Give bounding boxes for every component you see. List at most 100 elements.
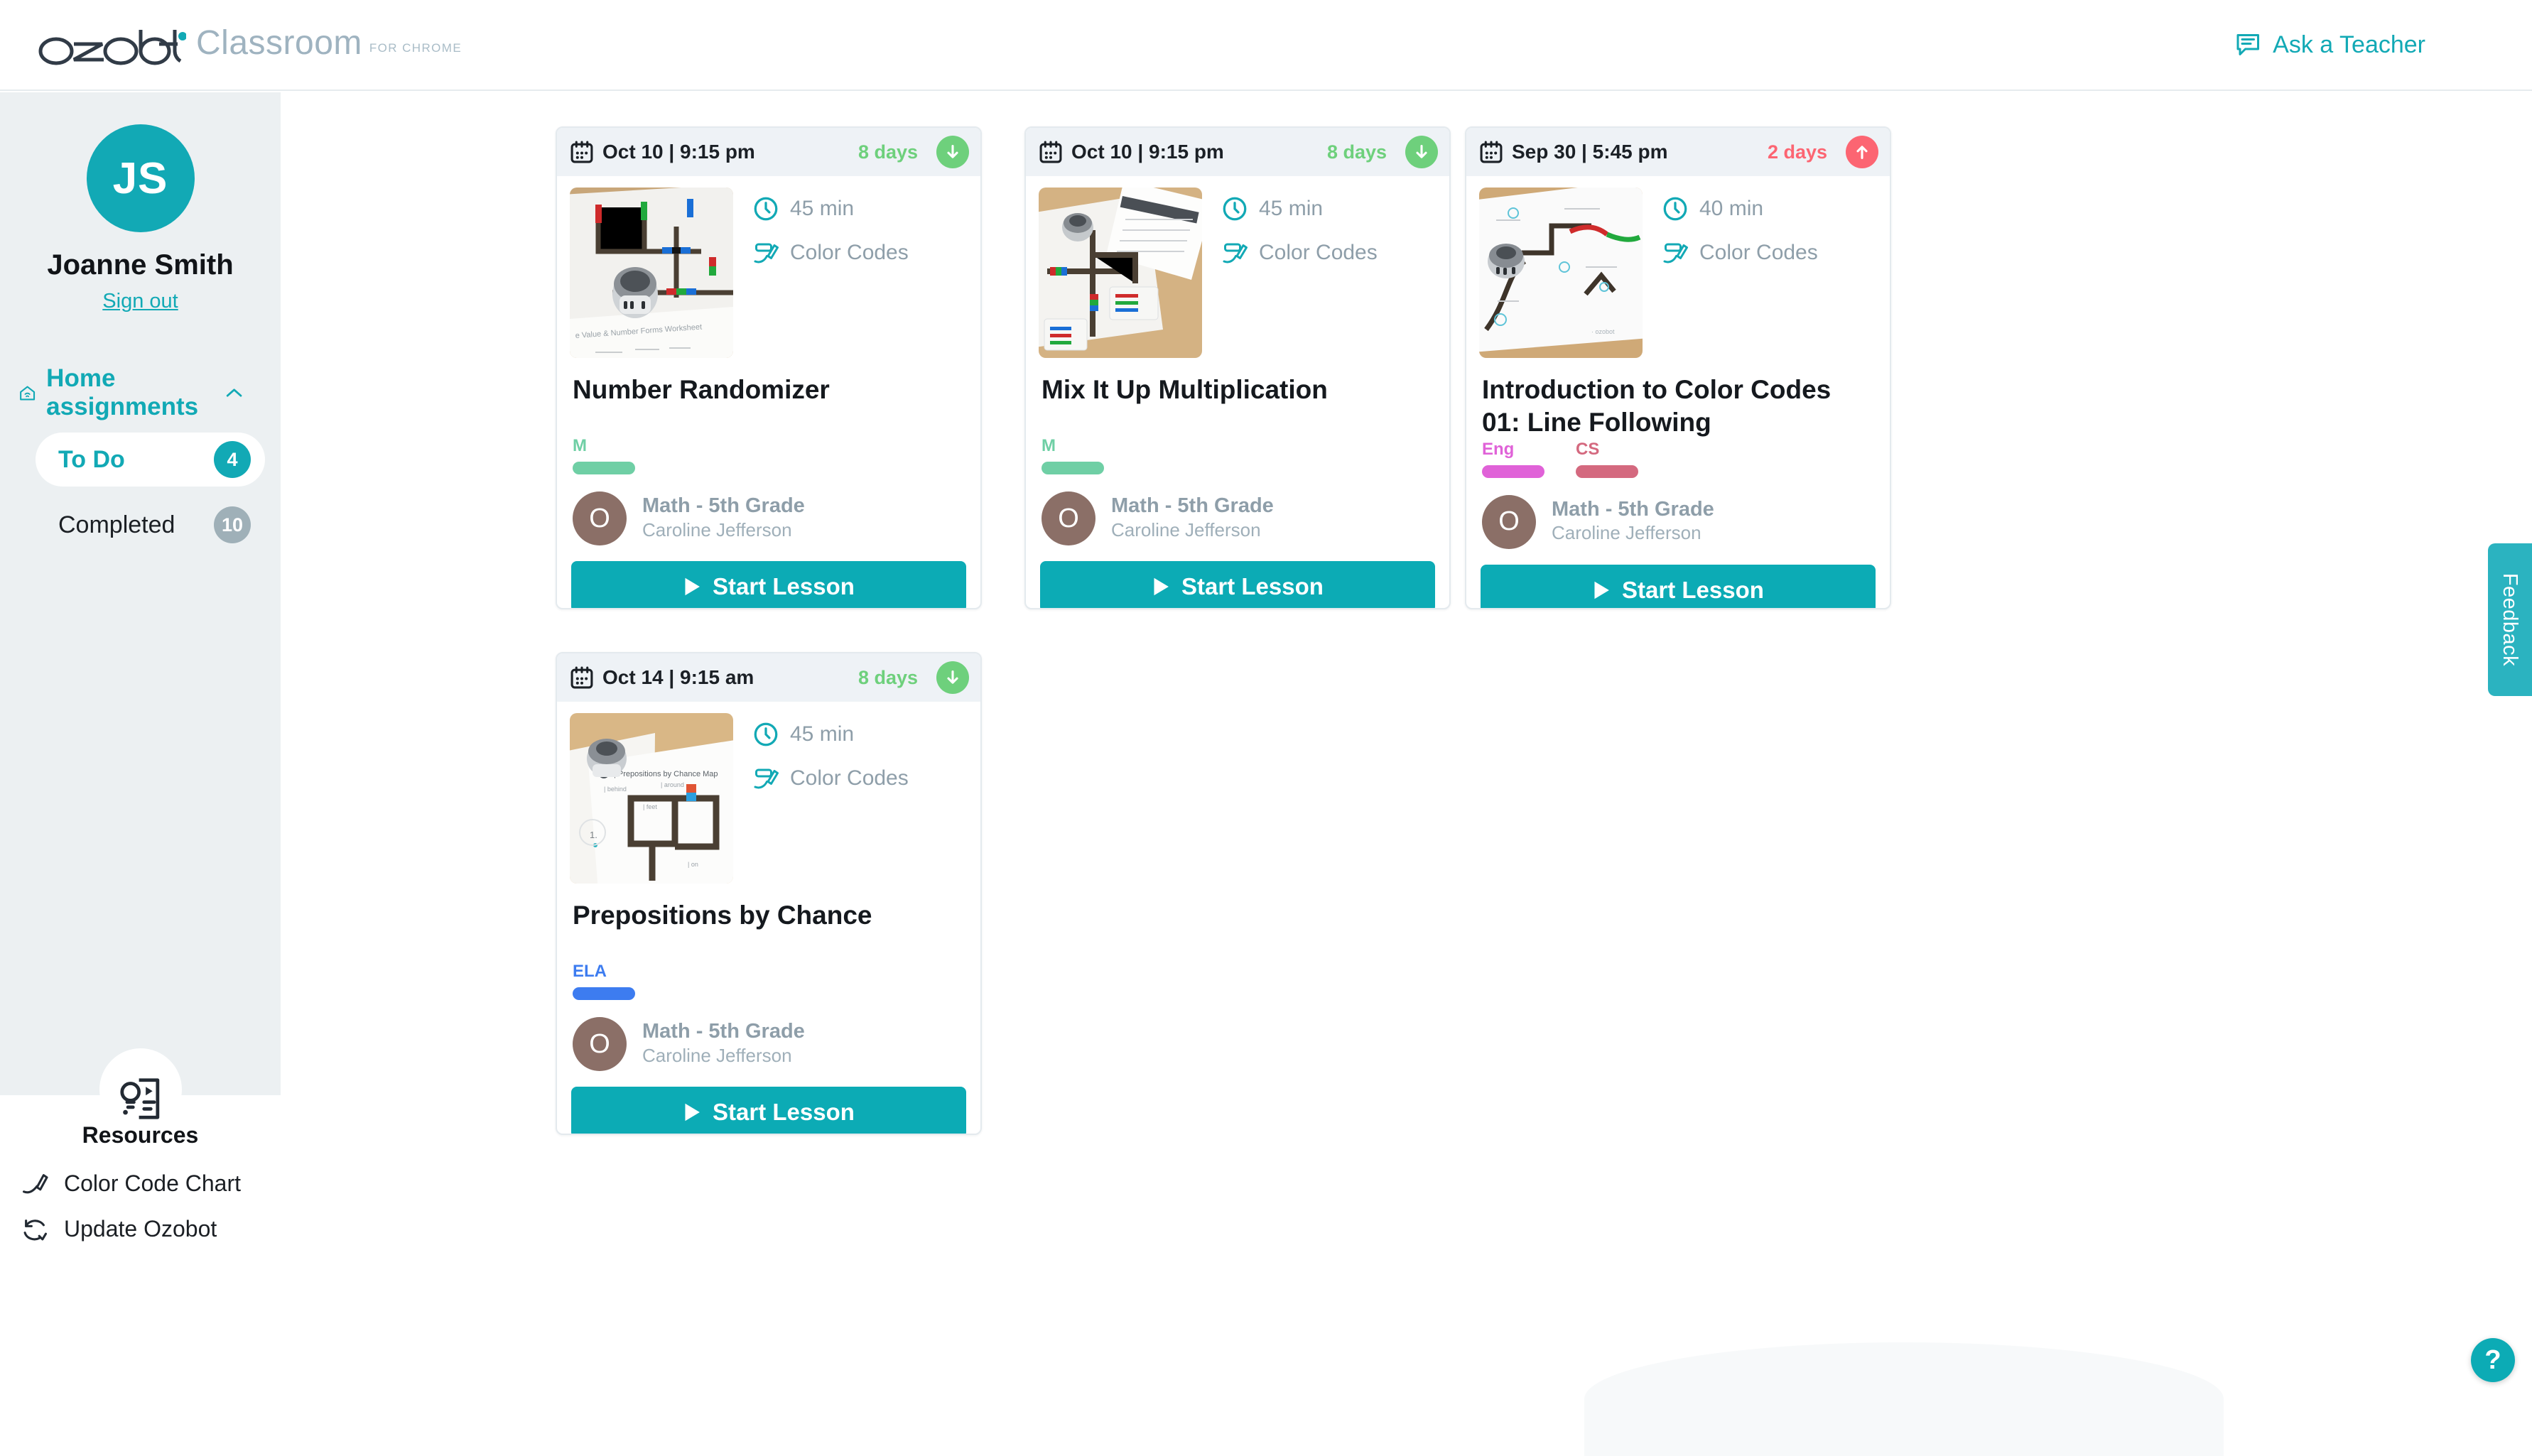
clock-icon bbox=[754, 197, 778, 221]
card-days-remaining: 8 days bbox=[1326, 141, 1387, 163]
subject-tags: ELA bbox=[557, 962, 980, 1000]
mode-row: Color Codes bbox=[753, 766, 909, 791]
sidebar-section-home-assignments[interactable]: Home assignments bbox=[18, 364, 260, 421]
chevron-up-icon[interactable] bbox=[225, 386, 243, 400]
teacher-name: Caroline Jefferson bbox=[1552, 522, 1701, 544]
teacher-row: O Math - 5th Grade Caroline Jefferson bbox=[557, 1017, 980, 1071]
calendar-icon bbox=[1039, 141, 1062, 163]
lesson-mode: Color Codes bbox=[790, 766, 909, 790]
duration-row: 40 min bbox=[1662, 196, 1818, 222]
to-do-count-badge: 4 bbox=[214, 441, 251, 478]
resource-link-update-ozobot[interactable]: Update Ozobot bbox=[21, 1216, 217, 1242]
arrow-down-icon bbox=[1405, 136, 1438, 168]
svg-text:| feet: | feet bbox=[643, 803, 657, 810]
lesson-title: Mix It Up Multiplication bbox=[1042, 375, 1328, 404]
resource-link-color-code-chart[interactable]: Color Code Chart bbox=[21, 1170, 241, 1197]
lesson-duration: 45 min bbox=[1259, 197, 1324, 220]
teacher-row: O Math - 5th Grade Caroline Jefferson bbox=[1026, 491, 1449, 545]
subject-tag: ELA bbox=[573, 962, 635, 1000]
teacher-name: Caroline Jefferson bbox=[642, 1044, 792, 1066]
play-icon bbox=[1154, 577, 1169, 596]
subject-tag-label: CS bbox=[1576, 439, 1600, 459]
resource-link-label: Color Code Chart bbox=[64, 1170, 241, 1196]
product-suffix: FOR CHROME bbox=[369, 40, 462, 55]
class-name: Math - 5th Grade bbox=[642, 1020, 805, 1043]
class-avatar: O bbox=[573, 1017, 627, 1071]
lesson-title: Prepositions by Chance bbox=[573, 901, 872, 930]
assignment-card[interactable]: Oct 10 | 9:15 pm 8 days bbox=[1024, 126, 1451, 609]
chat-bubble-icon bbox=[2236, 34, 2260, 55]
sign-out-link[interactable]: Sign out bbox=[0, 290, 281, 313]
subject-tag-bar bbox=[1042, 462, 1104, 474]
assignment-card[interactable]: Sep 30 | 5:45 pm 2 days · ozobot 40 min … bbox=[1465, 126, 1891, 609]
start-lesson-label: Start Lesson bbox=[713, 573, 855, 599]
teacher-name: Caroline Jefferson bbox=[642, 518, 792, 540]
marker-pen-icon bbox=[1663, 243, 1688, 264]
start-lesson-button[interactable]: Start Lesson bbox=[571, 1087, 966, 1134]
subject-tags: M bbox=[1026, 436, 1449, 474]
help-button[interactable]: ? bbox=[2471, 1338, 2515, 1382]
start-lesson-button[interactable]: Start Lesson bbox=[1481, 564, 1876, 608]
subject-tag-label: M bbox=[573, 436, 587, 455]
card-body: · ozobot 40 min Color Codes bbox=[1466, 176, 1890, 358]
teacher-row: O Math - 5th Grade Caroline Jefferson bbox=[557, 491, 980, 545]
svg-text:1.: 1. bbox=[590, 830, 597, 840]
svg-text:| around: | around bbox=[661, 781, 684, 788]
sidebar-item-completed[interactable]: Completed 10 bbox=[36, 498, 265, 552]
marker-pen-icon bbox=[1223, 243, 1248, 264]
start-lesson-button[interactable]: Start Lesson bbox=[1040, 561, 1435, 608]
assignment-card[interactable]: Oct 14 | 9:15 am 8 days | Prepositions b… bbox=[556, 652, 982, 1135]
subject-tag-label: ELA bbox=[573, 962, 607, 981]
teacher-name: Caroline Jefferson bbox=[1111, 518, 1261, 540]
mode-row: Color Codes bbox=[1222, 240, 1378, 266]
subject-tags: Eng CS bbox=[1466, 440, 1890, 478]
lesson-thumbnail: · ozobot bbox=[1479, 188, 1643, 358]
brand: Classroom FOR CHROME bbox=[0, 23, 462, 67]
lesson-mode: Color Codes bbox=[1699, 241, 1818, 264]
calendar-icon bbox=[570, 141, 593, 163]
subject-tag-bar bbox=[1482, 464, 1544, 478]
mode-row: Color Codes bbox=[753, 240, 909, 266]
card-due-date: Oct 14 | 9:15 am bbox=[602, 666, 754, 688]
svg-text:| behind: | behind bbox=[604, 786, 627, 793]
assignment-card[interactable]: Oct 10 | 9:15 pm 8 days bbox=[556, 126, 982, 609]
class-name: Math - 5th Grade bbox=[642, 494, 805, 518]
lesson-thumbnail bbox=[1039, 188, 1202, 358]
card-header: Sep 30 | 5:45 pm 2 days bbox=[1466, 128, 1890, 176]
teacher-row: O Math - 5th Grade Caroline Jefferson bbox=[1466, 494, 1890, 549]
svg-text:· ozobot: · ozobot bbox=[1591, 328, 1615, 335]
class-avatar: O bbox=[573, 491, 627, 545]
duration-row: 45 min bbox=[753, 196, 909, 222]
class-avatar: O bbox=[1042, 491, 1095, 545]
ask-a-teacher-label: Ask a Teacher bbox=[2273, 31, 2425, 58]
card-meta: 45 min Color Codes bbox=[753, 188, 909, 358]
sidebar-item-label: Completed bbox=[58, 511, 175, 538]
subject-tag: M bbox=[573, 436, 635, 474]
avatar: JS bbox=[86, 124, 195, 232]
lesson-duration: 45 min bbox=[790, 722, 855, 746]
ask-a-teacher-button[interactable]: Ask a Teacher bbox=[2236, 31, 2532, 59]
sidebar-section-label: Home assignments bbox=[46, 364, 199, 420]
arrow-down-icon bbox=[936, 136, 969, 168]
completed-count-badge: 10 bbox=[214, 506, 251, 543]
product-name: Classroom bbox=[196, 23, 362, 62]
card-due-date: Oct 10 | 9:15 pm bbox=[1071, 141, 1224, 163]
feedback-tab[interactable]: Feedback bbox=[2488, 543, 2532, 696]
lesson-title: Introduction to Color Codes 01: Line Fol… bbox=[1482, 375, 1832, 438]
class-avatar: O bbox=[1482, 494, 1536, 549]
card-meta: 40 min Color Codes bbox=[1662, 188, 1818, 358]
start-lesson-label: Start Lesson bbox=[713, 1099, 855, 1125]
help-icon: ? bbox=[2484, 1344, 2501, 1375]
lesson-duration: 45 min bbox=[790, 197, 855, 220]
lesson-thumbnail: e Value & Number Forms Worksheet bbox=[570, 188, 733, 358]
user-name: Joanne Smith bbox=[47, 249, 234, 281]
start-lesson-button[interactable]: Start Lesson bbox=[571, 561, 966, 608]
resources-title: Resources bbox=[82, 1122, 199, 1148]
play-icon bbox=[685, 577, 700, 596]
sidebar-item-to-do[interactable]: To Do 4 bbox=[36, 433, 265, 487]
card-meta: 45 min Color Codes bbox=[753, 713, 909, 884]
duration-row: 45 min bbox=[753, 722, 909, 747]
arrow-up-icon bbox=[1846, 136, 1878, 168]
marker-pen-icon bbox=[23, 1173, 48, 1193]
lightbulb-document-icon bbox=[120, 1078, 160, 1119]
